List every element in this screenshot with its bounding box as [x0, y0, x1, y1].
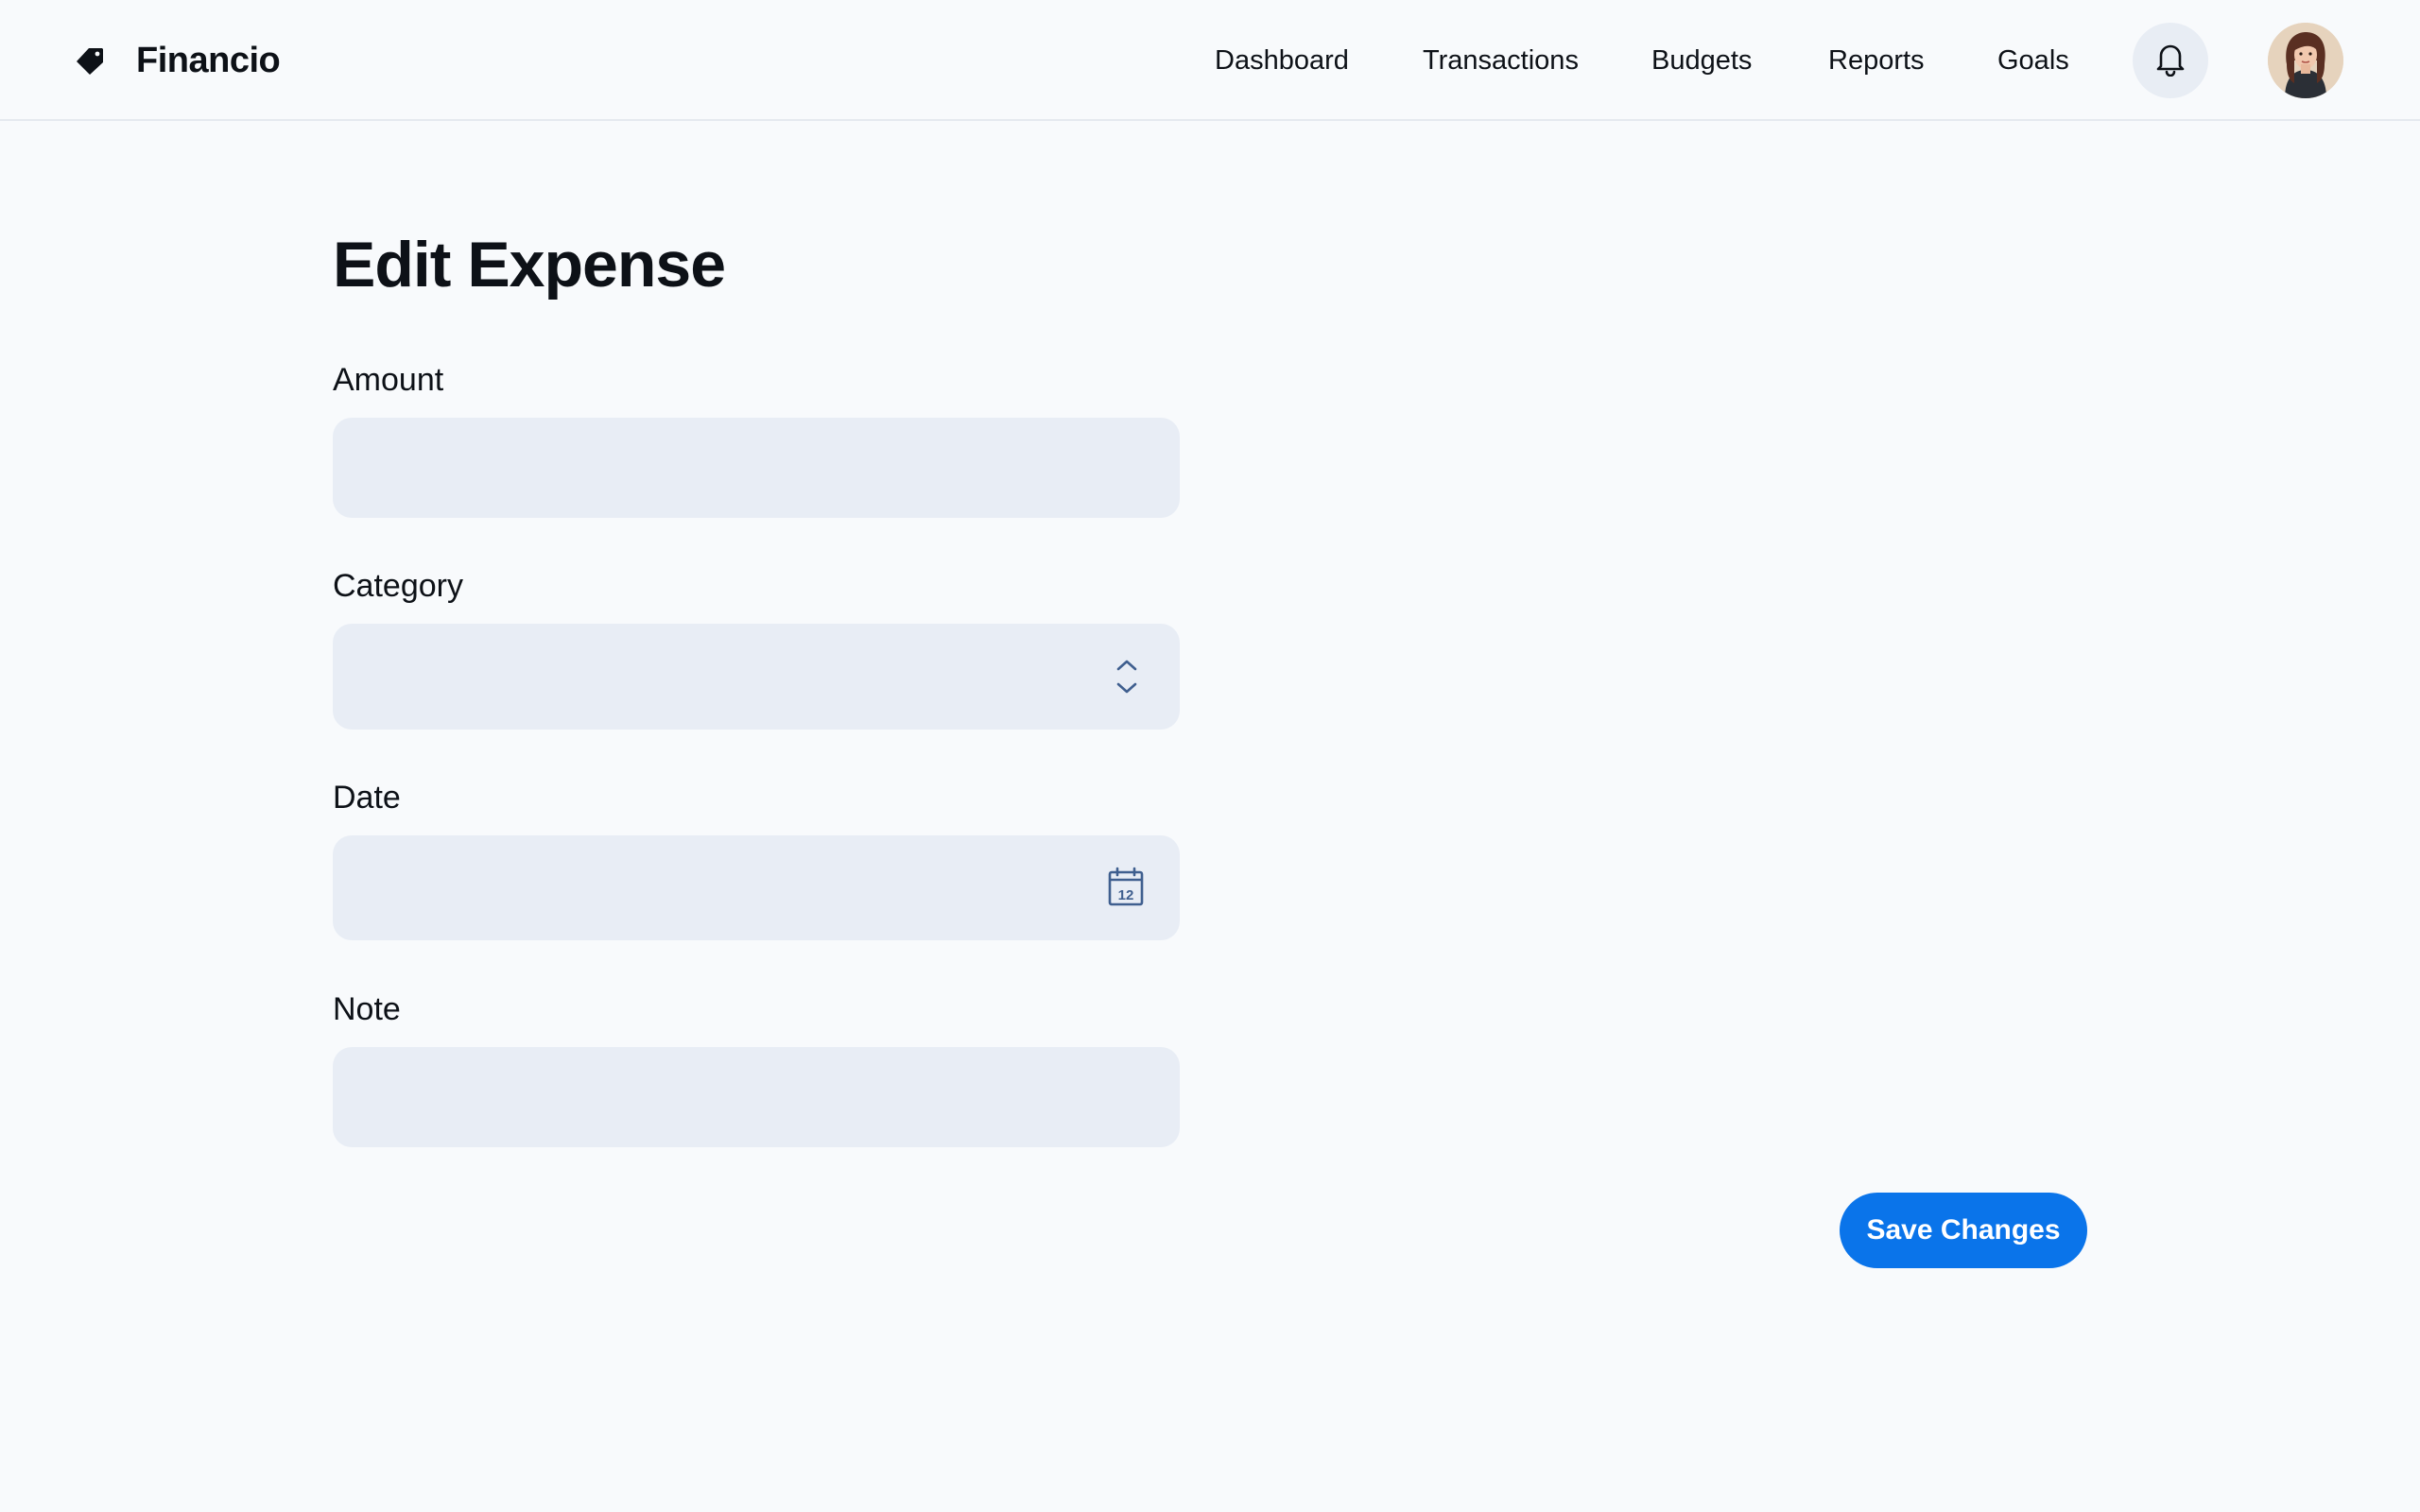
calendar-icon[interactable]: 12 [1107, 867, 1145, 908]
notifications-button[interactable] [2133, 23, 2208, 98]
amount-label: Amount [333, 362, 444, 398]
category-label: Category [333, 568, 463, 604]
user-avatar[interactable] [2268, 23, 2343, 98]
nav-item-dashboard[interactable]: Dashboard [1215, 38, 1349, 83]
nav-item-reports[interactable]: Reports [1828, 38, 1925, 83]
date-input[interactable] [333, 835, 1180, 940]
top-navigation-bar: Financio Dashboard Transactions Budgets … [0, 0, 2420, 121]
date-label: Date [333, 780, 401, 816]
note-label: Note [333, 991, 401, 1027]
bell-icon [2153, 41, 2187, 81]
nav-item-transactions[interactable]: Transactions [1423, 38, 1579, 83]
chevron-up-down-icon[interactable] [1108, 656, 1146, 697]
note-input[interactable] [333, 1047, 1180, 1147]
save-changes-button[interactable]: Save Changes [1840, 1193, 2087, 1268]
nav-item-goals[interactable]: Goals [1997, 38, 2069, 83]
nav-item-budgets[interactable]: Budgets [1651, 38, 1752, 83]
page-title: Edit Expense [333, 229, 726, 301]
main-nav: Dashboard Transactions Budgets Reports G… [0, 38, 2420, 83]
amount-input[interactable] [333, 418, 1180, 518]
calendar-icon-day: 12 [1118, 887, 1134, 903]
category-select[interactable] [333, 624, 1180, 730]
